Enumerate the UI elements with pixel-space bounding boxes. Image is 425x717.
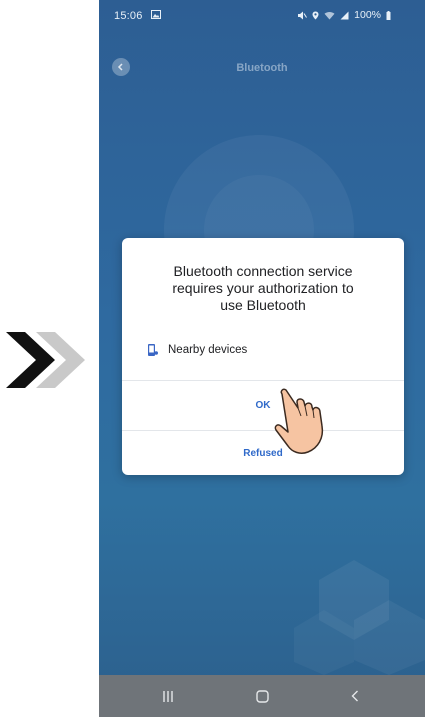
ok-button[interactable]: OK bbox=[122, 400, 404, 411]
recents-button[interactable] bbox=[148, 675, 188, 717]
mute-icon bbox=[298, 11, 308, 19]
wifi-icon bbox=[324, 11, 335, 19]
refused-button[interactable]: Refused bbox=[122, 448, 404, 459]
battery-percentage: 100% bbox=[354, 9, 381, 21]
gallery-notification-icon bbox=[151, 10, 161, 19]
permission-dialog: Bluetooth connection service requires yo… bbox=[122, 238, 404, 475]
recents-icon bbox=[163, 690, 173, 702]
status-icons: 100% bbox=[298, 9, 391, 21]
status-time: 15:06 bbox=[114, 10, 143, 22]
tutorial-page: 15:06 100% Bluetooth Bluetooth connectio… bbox=[0, 0, 425, 717]
permission-item: Nearby devices bbox=[148, 344, 247, 356]
phone-screen: 15:06 100% Bluetooth Bluetooth connectio… bbox=[99, 0, 425, 717]
divider bbox=[122, 380, 404, 381]
nav-back-button[interactable] bbox=[335, 675, 375, 717]
divider bbox=[122, 430, 404, 431]
battery-icon bbox=[386, 10, 391, 20]
back-arrow-icon bbox=[351, 690, 358, 702]
signal-icon bbox=[340, 11, 349, 19]
navigation-bar bbox=[99, 675, 425, 717]
double-chevron-right-icon bbox=[6, 332, 85, 388]
page-title: Bluetooth bbox=[236, 62, 288, 74]
nearby-devices-icon bbox=[148, 344, 158, 356]
home-button[interactable] bbox=[242, 675, 282, 717]
permission-label: Nearby devices bbox=[168, 344, 248, 356]
home-icon bbox=[255, 689, 269, 703]
tapping-hand-icon bbox=[274, 388, 324, 454]
location-icon bbox=[312, 11, 319, 19]
dialog-message: Bluetooth connection service requires yo… bbox=[172, 263, 354, 313]
status-bar: 15:06 100% bbox=[99, 0, 425, 30]
